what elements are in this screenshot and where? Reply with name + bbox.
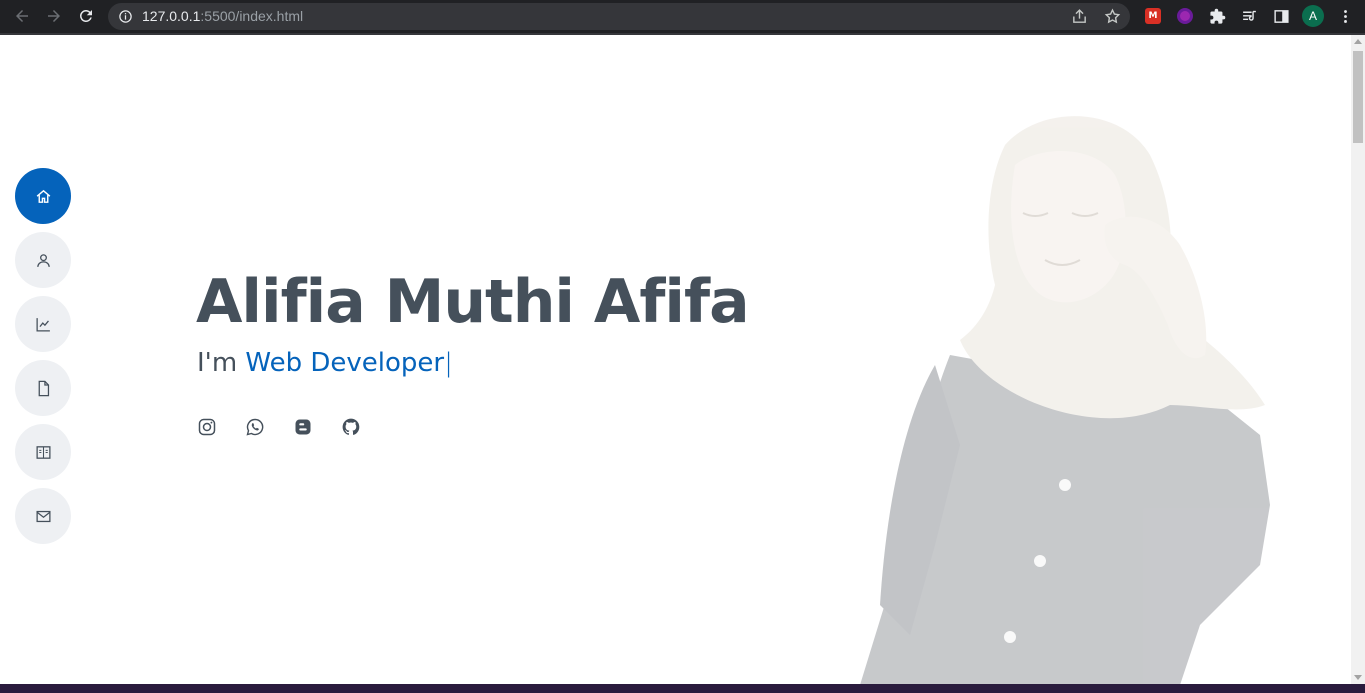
reading-list-button[interactable] <box>1240 7 1258 25</box>
scroll-up-arrow-icon[interactable] <box>1354 39 1362 44</box>
extensions-button[interactable] <box>1208 7 1226 25</box>
nav-home-button[interactable] <box>15 168 71 224</box>
puzzle-extensions-icon <box>1209 8 1225 24</box>
blogger-link[interactable] <box>293 416 313 438</box>
reading-list-icon <box>1242 10 1256 21</box>
blogger-icon <box>295 419 311 435</box>
hero-portrait-image <box>860 116 1270 684</box>
arrow-right-icon <box>48 10 60 22</box>
whatsapp-icon <box>246 418 264 436</box>
url-host: 127.0.0.1 <box>142 8 201 24</box>
os-taskbar <box>0 684 1365 693</box>
reload-icon <box>79 9 92 22</box>
browser-menu-button[interactable] <box>1336 7 1354 25</box>
star-icon <box>1104 7 1120 23</box>
github-icon <box>342 418 360 435</box>
info-icon[interactable] <box>118 9 133 24</box>
bookmark-button[interactable] <box>1103 7 1121 25</box>
typed-cursor: | <box>444 348 453 378</box>
hero-typed-text: Web Developer <box>245 348 445 378</box>
instagram-icon <box>198 418 216 436</box>
hero-name: Alifia Muthi Afifa <box>196 267 750 337</box>
scrollbar-thumb[interactable] <box>1353 51 1363 143</box>
page-content: Alifia Muthi Afifa I'm Web Developer| <box>0 35 1351 684</box>
forward-button[interactable] <box>44 6 64 26</box>
scroll-down-arrow-icon[interactable] <box>1354 675 1362 680</box>
instagram-link[interactable] <box>197 416 217 438</box>
share-button[interactable] <box>1070 7 1088 25</box>
github-link[interactable] <box>341 416 361 438</box>
share-icon <box>1072 8 1086 23</box>
side-panel-button[interactable] <box>1272 7 1290 25</box>
url-text: 127.0.0.1:5500/index.html <box>142 8 303 24</box>
file-icon <box>38 380 49 396</box>
nav-resume-button[interactable] <box>15 360 71 416</box>
purple-extension-button[interactable] <box>1176 7 1194 25</box>
home-icon <box>36 189 50 203</box>
arrow-left-icon <box>16 10 28 22</box>
side-panel-icon <box>1273 9 1289 23</box>
profile-avatar[interactable]: A <box>1302 5 1324 27</box>
hero-subtitle: I'm Web Developer| <box>197 348 453 378</box>
nav-portfolio-button[interactable] <box>15 424 71 480</box>
reload-button[interactable] <box>76 6 96 26</box>
address-bar[interactable]: 127.0.0.1:5500/index.html <box>108 3 1130 30</box>
kebab-menu-icon <box>1343 9 1347 23</box>
mendeley-extension-button[interactable]: M <box>1144 7 1162 25</box>
person-icon <box>36 253 50 267</box>
nav-about-button[interactable] <box>15 232 71 288</box>
hero-prefix: I'm <box>197 348 238 378</box>
envelope-icon <box>35 510 51 522</box>
url-path: :5500/index.html <box>200 8 304 24</box>
back-button[interactable] <box>12 6 32 26</box>
chart-icon <box>35 317 50 332</box>
nav-contact-button[interactable] <box>15 488 71 544</box>
social-links <box>197 416 361 438</box>
whatsapp-link[interactable] <box>245 416 265 438</box>
mendeley-extension-icon: M <box>1145 8 1161 24</box>
book-icon <box>35 445 51 459</box>
purple-circle-extension-icon <box>1177 8 1193 24</box>
side-navigation <box>15 168 71 552</box>
browser-toolbar: 127.0.0.1:5500/index.html M A <box>0 0 1365 33</box>
nav-skills-button[interactable] <box>15 296 71 352</box>
page-scrollbar[interactable] <box>1351 35 1365 684</box>
